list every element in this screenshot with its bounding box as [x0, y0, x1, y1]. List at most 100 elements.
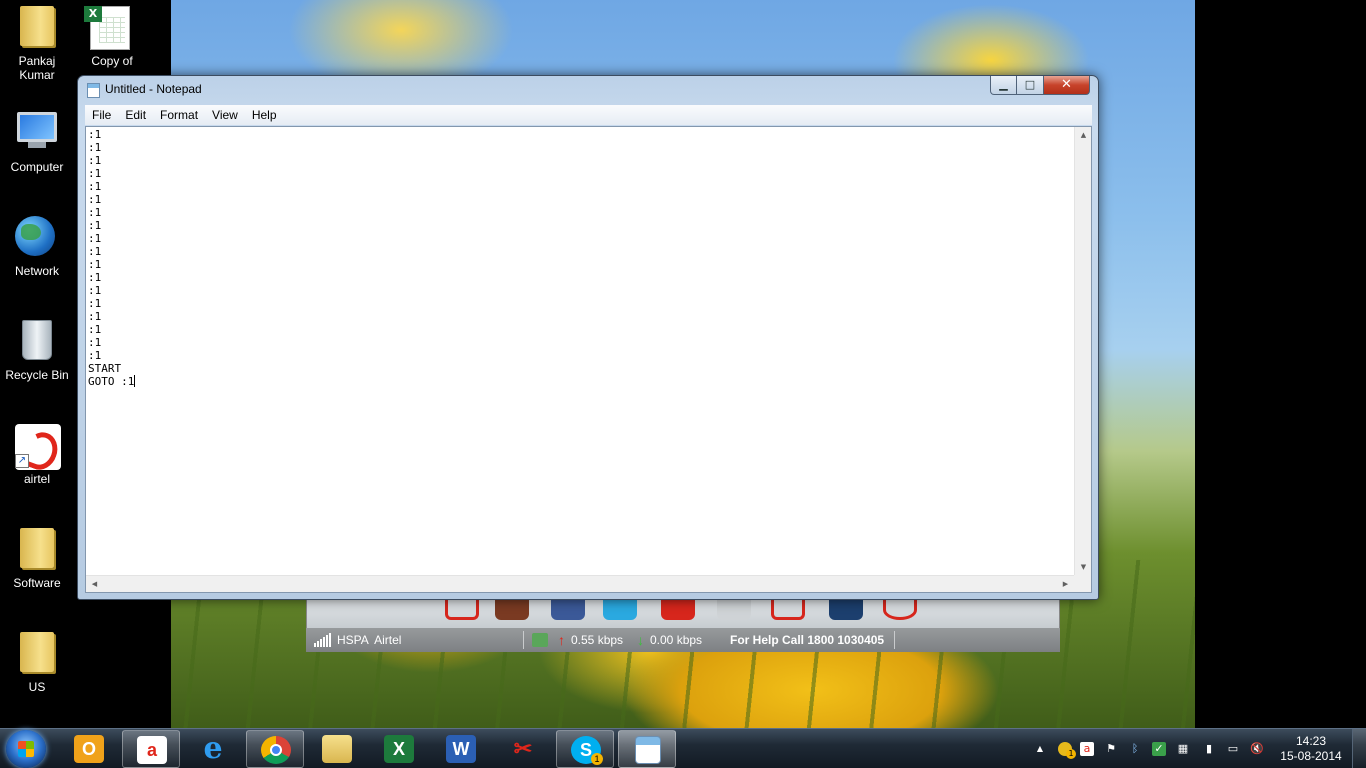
folder-icon	[15, 632, 59, 676]
desktop-icon-label: Computer	[10, 160, 64, 174]
clock[interactable]: 14:23 15-08-2014	[1276, 734, 1346, 764]
download-arrow-icon: ↓	[637, 632, 644, 648]
close-icon: ✕	[1061, 77, 1072, 92]
network-name: HSPA Airtel	[337, 633, 402, 647]
menu-edit[interactable]: Edit	[118, 105, 153, 125]
taskbar: O a e X W ✂ S 1 ▲ 1 a ⚑ ᛒ ✓ ▦ ▮ ▭ 🔇 14:2	[0, 728, 1366, 768]
email-icon[interactable]	[717, 600, 751, 620]
window-controls: ▁ □ ✕	[990, 76, 1090, 96]
facebook-icon[interactable]	[551, 600, 585, 620]
taskbar-snipping-tool[interactable]: ✂	[494, 730, 552, 768]
desktop-icon-label: Network	[14, 264, 59, 278]
airtel-status-bar: HSPA Airtel ↑ 0.55 kbps ↓ 0.00 kbps For …	[306, 628, 1060, 652]
notepad-icon[interactable]	[87, 83, 100, 98]
taskbar-excel[interactable]: X	[370, 730, 428, 768]
desktop-icon-airtel[interactable]: ↗ airtel	[2, 418, 72, 486]
taskbar-word[interactable]: W	[432, 730, 490, 768]
desktop-background-right	[1195, 0, 1366, 728]
close-button[interactable]: ✕	[1044, 76, 1090, 95]
menu-format[interactable]: Format	[153, 105, 205, 125]
skype-notification-badge: 1	[591, 753, 603, 765]
clock-time: 14:23	[1295, 734, 1327, 748]
windows-logo-icon	[18, 741, 34, 757]
notepad-icon	[635, 736, 661, 764]
outlook-icon: O	[74, 735, 104, 763]
network-tray-icon[interactable]: ▭	[1226, 742, 1240, 756]
desktop-icon-network[interactable]: Network	[2, 210, 72, 278]
text-caret	[134, 375, 136, 387]
menu-bar: File Edit Format View Help	[85, 105, 1092, 125]
text-area[interactable]: :1 :1 :1 :1 :1 :1 :1 :1 :1 :1 :1 :1 :1 :…	[88, 128, 1073, 573]
taskbar-chrome[interactable]	[246, 730, 304, 768]
youtube-icon[interactable]	[661, 600, 695, 620]
tray-notification-badge: 1	[1066, 749, 1076, 759]
text-content: :1 :1 :1 :1 :1 :1 :1 :1 :1 :1 :1 :1 :1 :…	[88, 128, 135, 388]
word-icon: W	[446, 735, 476, 763]
desktop-icon-label: Copy of	[91, 54, 133, 68]
scroll-down-icon[interactable]: ▼	[1075, 559, 1092, 576]
desktop-icon-software[interactable]: Software	[2, 522, 72, 590]
scroll-right-icon[interactable]: ▶	[1057, 576, 1074, 593]
recycle-bin-icon	[15, 320, 59, 364]
scroll-up-icon[interactable]: ▲	[1075, 127, 1092, 144]
shortcut-arrow-icon: ↗	[15, 454, 29, 468]
action-center-flag-icon[interactable]: ⚑	[1104, 742, 1118, 756]
excel-file-icon: X	[84, 6, 134, 50]
scroll-left-icon[interactable]: ◀	[86, 576, 103, 593]
desktop-icon-copy-of[interactable]: X Copy of	[77, 0, 147, 68]
show-hidden-icons-icon[interactable]: ▲	[1033, 742, 1047, 756]
volume-muted-icon[interactable]: 🔇	[1250, 742, 1264, 756]
desktop-icon-computer[interactable]: Computer	[2, 106, 72, 174]
airtel-app-icon[interactable]	[495, 600, 529, 620]
minimize-button[interactable]: ▁	[990, 76, 1017, 95]
taskbar-outlook[interactable]: O	[60, 730, 118, 768]
airtel-live-icon[interactable]	[883, 600, 917, 620]
signal-strength-icon	[314, 633, 331, 647]
taskbar-file-explorer[interactable]	[308, 730, 366, 768]
horizontal-scrollbar[interactable]: ◀ ▶	[86, 575, 1074, 592]
bluetooth-icon[interactable]: ᛒ	[1128, 742, 1142, 756]
title-bar[interactable]: Untitled - Notepad ▁ □ ✕	[78, 76, 1098, 103]
vertical-scrollbar[interactable]: ▲ ▼	[1074, 127, 1091, 576]
airtel-money-icon[interactable]	[771, 600, 805, 620]
desktop-icon-us[interactable]: US	[2, 626, 72, 694]
maximize-button[interactable]: □	[1017, 76, 1044, 95]
clock-date: 15-08-2014	[1280, 749, 1342, 763]
show-desktop-button[interactable]	[1352, 729, 1366, 768]
desktop-icon-recycle-bin[interactable]: Recycle Bin	[2, 314, 72, 382]
snipping-tool-icon: ✂	[513, 736, 533, 761]
desktop-icon-label: US	[28, 680, 46, 694]
taskbar-notepad[interactable]	[618, 730, 676, 768]
battery-icon[interactable]: ▮	[1202, 742, 1216, 756]
menu-view[interactable]: View	[205, 105, 245, 125]
desktop-icon-label: Recycle Bin	[5, 368, 69, 382]
book-icon[interactable]	[829, 600, 863, 620]
taskbar-airtel[interactable]: a	[122, 730, 180, 768]
connection-icon[interactable]	[532, 633, 548, 647]
computer-icon	[15, 112, 59, 156]
menu-help[interactable]: Help	[245, 105, 284, 125]
twitter-icon[interactable]	[603, 600, 637, 620]
folder-icon	[15, 528, 59, 572]
start-button[interactable]	[6, 730, 46, 768]
size-grip[interactable]	[1074, 575, 1091, 592]
desktop-icon-pankaj-kumar[interactable]: Pankaj Kumar	[2, 0, 72, 82]
user-folder-icon	[15, 6, 59, 50]
taskbar-internet-explorer[interactable]: e	[184, 730, 242, 768]
desktop-icon-label: airtel	[23, 472, 50, 486]
sync-icon[interactable]: ✓	[1152, 742, 1166, 756]
desktop-icon-label: Pankaj Kumar	[18, 54, 56, 82]
help-line: For Help Call 1800 1030405	[730, 633, 885, 647]
desktop-icon-label: Software	[13, 576, 61, 590]
maximize-icon: □	[1024, 78, 1036, 91]
menu-file[interactable]: File	[85, 105, 118, 125]
airtel-icon: a	[137, 736, 167, 764]
text-editor[interactable]: :1 :1 :1 :1 :1 :1 :1 :1 :1 :1 :1 :1 :1 :…	[85, 126, 1092, 593]
chrome-icon	[261, 736, 291, 764]
airtel-tray-icon[interactable]: a	[1080, 742, 1094, 756]
language-icon[interactable]: ▦	[1176, 742, 1190, 756]
airtel-shortcut-icon[interactable]	[445, 600, 479, 620]
taskbar-skype[interactable]: S 1	[556, 730, 614, 768]
airtel-icon: ↗	[15, 424, 61, 470]
network-icon	[15, 216, 59, 260]
